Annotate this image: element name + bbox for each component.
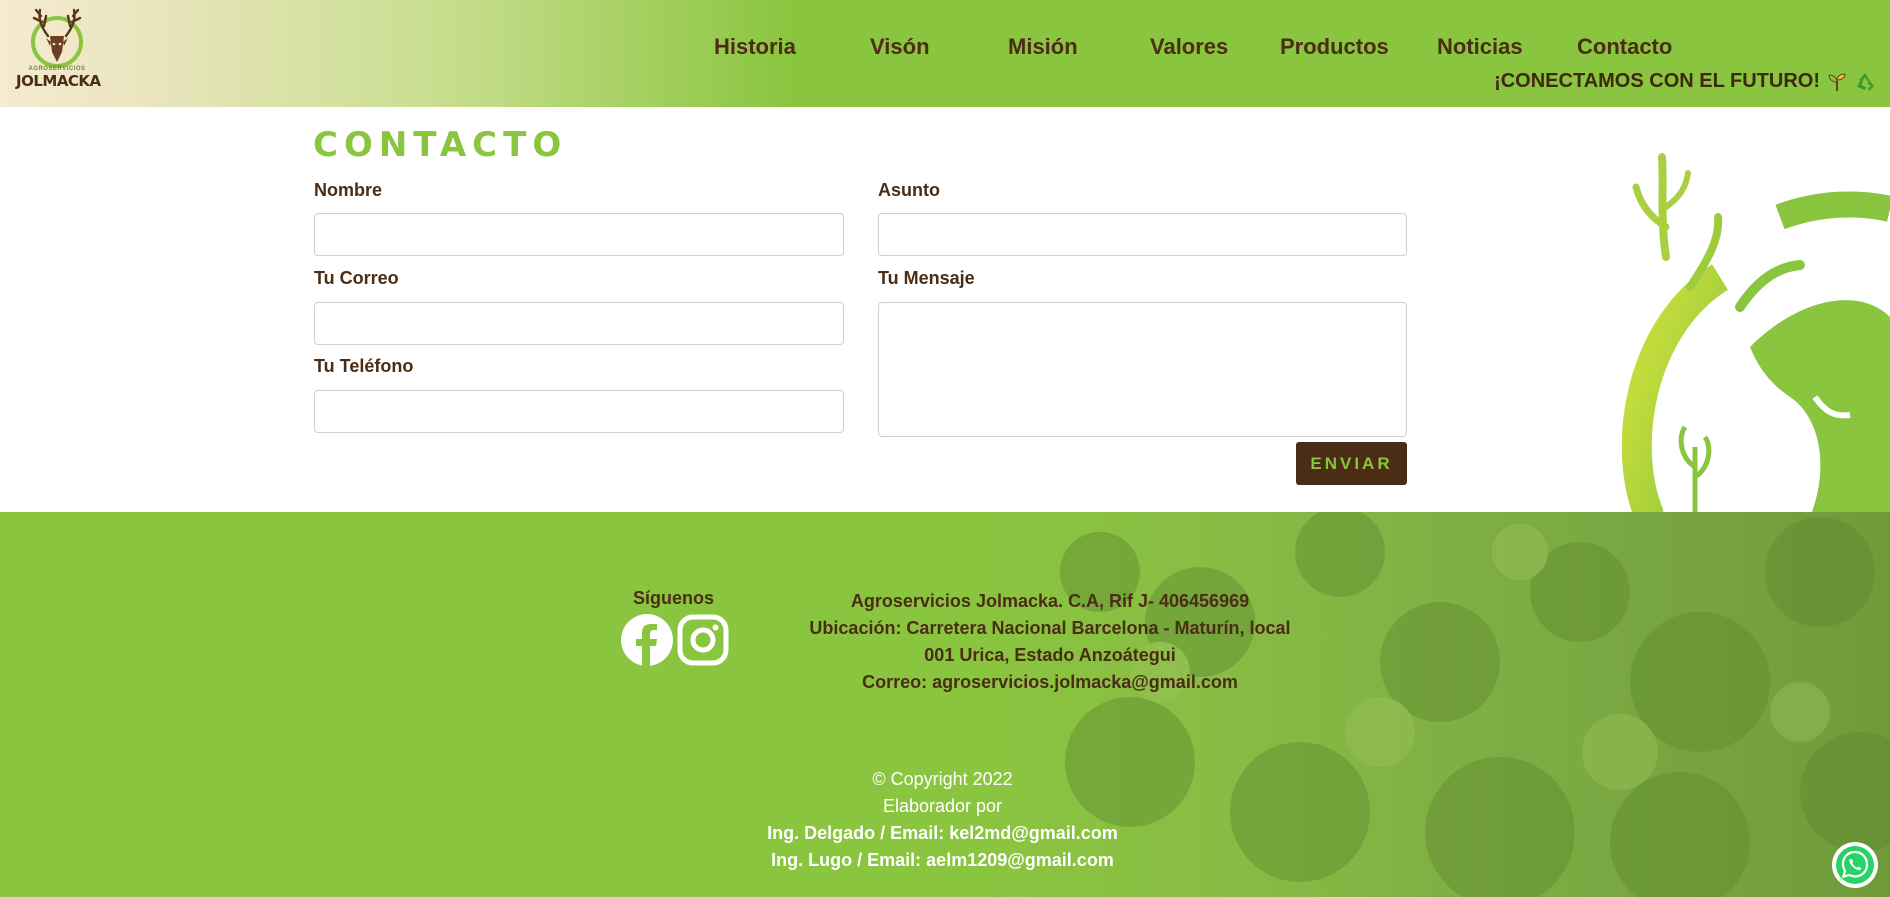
page-title: CONTACTO [313, 125, 568, 165]
nav-mision[interactable]: Misión [1008, 34, 1078, 60]
sprout-icon [1828, 73, 1846, 91]
elaborado-text: Elaborador por [882, 796, 1003, 816]
whatsapp-icon [1836, 846, 1874, 884]
instagram-icon[interactable] [676, 613, 730, 667]
telefono-label: Tu Teléfono [314, 356, 414, 376]
enviar-button[interactable]: ENVIAR [1296, 442, 1407, 485]
nav-vision[interactable]: Visón [870, 34, 930, 60]
credit-line: Ing. Lugo / Email: aelm1209@gmail.com [771, 850, 1114, 870]
nav-historia[interactable]: Historia [714, 34, 796, 60]
facebook-icon[interactable] [620, 613, 674, 667]
nav-valores[interactable]: Valores [1150, 34, 1228, 60]
mensaje-textarea[interactable] [878, 302, 1407, 437]
telefono-input[interactable] [314, 390, 844, 433]
contact-section: CONTACTO Nombre Asunto Tu Correo Tu Mens… [0, 107, 1890, 512]
copyright-text: Copyright 2022 [890, 769, 1013, 789]
nav-noticias[interactable]: Noticias [1437, 34, 1523, 60]
company-line: Correo: agroservicios.jolmacka@gmail.com [862, 672, 1238, 692]
site-footer: Síguenos Agroservicios Jolmacka. C.A, Ri… [0, 512, 1890, 897]
correo-label: Tu Correo [314, 268, 399, 288]
copyright-icon: © [872, 769, 886, 789]
recycle-icon [1857, 72, 1874, 91]
mensaje-label: Tu Mensaje [878, 268, 975, 288]
credit-line: Ing. Delgado / Email: kel2md@gmail.com [767, 823, 1118, 843]
logo-text: JOLMACKA [16, 72, 101, 90]
copyright-line: © Copyright 2022 [640, 766, 1245, 793]
follow-title: Síguenos [633, 588, 715, 608]
correo-input[interactable] [314, 302, 844, 345]
tagline-text: ¡CONECTAMOS CON EL FUTURO! [1494, 70, 1820, 92]
company-line: 001 Urica, Estado Anzoátegui [924, 645, 1176, 665]
company-line: Ubicación: Carretera Nacional Barcelona … [809, 618, 1291, 638]
nav-productos[interactable]: Productos [1280, 34, 1389, 60]
nombre-label: Nombre [314, 180, 383, 200]
deer-illustration-icon [1621, 153, 1890, 512]
nav-contacto[interactable]: Contacto [1577, 34, 1672, 60]
copyright-block: © Copyright 2022 Elaborador por Ing. Del… [640, 766, 1245, 874]
whatsapp-button[interactable] [1832, 842, 1878, 888]
company-info: Agroservicios Jolmacka. C.A, Rif J- 4064… [800, 588, 1300, 696]
nombre-input[interactable] [314, 213, 844, 256]
asunto-input[interactable] [878, 213, 1407, 256]
asunto-label: Asunto [878, 180, 940, 200]
main-nav: Historia Visón Misión Valores Productos … [0, 34, 1890, 64]
tagline: ¡CONECTAMOS CON EL FUTURO! [1494, 70, 1876, 93]
site-header: AGROSERVICIOS JOLMACKA Historia Visón Mi… [0, 0, 1890, 107]
company-line: Agroservicios Jolmacka. C.A, Rif J- 4064… [850, 591, 1250, 611]
